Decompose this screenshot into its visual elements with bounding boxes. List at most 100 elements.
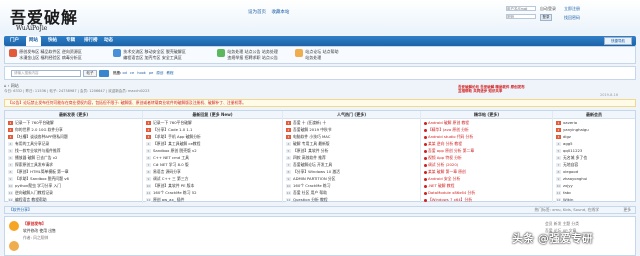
section-title[interactable]: 【软件分享】 — [9, 207, 32, 212]
list-item[interactable]: 5 找一款专业软件与插件推荐 — [5, 147, 142, 154]
member-item[interactable]: 12 Wikin — [553, 196, 635, 203]
member-item[interactable]: 11 fabc — [553, 189, 635, 196]
list-item[interactable]: 11 160个 CrackMe 练习 52 — [143, 189, 282, 196]
list-item[interactable]: 调试 分析 (2020) — [421, 161, 552, 168]
subnav-group-3[interactable]: 站务处理 站点公告 站务处理 违规举报 招聘求职 站点公告 — [217, 49, 278, 61]
list-item[interactable]: 5 Sandbox 原创 脱壳版 v2 — [143, 147, 282, 154]
list-item[interactable]: 8 【原创】HTML简单模板 第一章 — [5, 168, 142, 175]
password-input[interactable] — [506, 14, 536, 19]
member-item[interactable]: 6 无名城 多了也 — [553, 154, 635, 161]
nav-item-activity[interactable]: 动态 — [104, 36, 113, 46]
column-header[interactable]: 精华帖 (更多) — [421, 111, 552, 119]
column-header[interactable]: 最新发表 (更多) — [5, 111, 142, 119]
list-item[interactable]: 视频 App 特权 分析 — [421, 154, 552, 161]
member-item[interactable]: 8 xiegood — [553, 168, 635, 175]
list-item[interactable]: 3 【求助】手机 App 破解分析 — [143, 133, 282, 140]
member-item[interactable]: 2 yanyinghaigu — [553, 126, 635, 133]
nav-item-site[interactable]: 网站 — [26, 36, 41, 46]
list-item[interactable]: DataModule x86x64 分析 — [421, 189, 552, 196]
nav-item-quick[interactable]: 快帖 — [48, 36, 57, 46]
list-item[interactable]: Android 破解 原创 教程 — [421, 119, 552, 126]
list-item[interactable]: 9 ADMIN PARTITION 分区 — [283, 175, 420, 182]
list-item[interactable]: 某某 逆向 分析 教程 — [421, 140, 552, 147]
site-notice[interactable]: 【公告】论坛禁止发布任何可能存在商业侵权内容，包括但不限于: 破解版、原创或者转… — [4, 99, 636, 107]
hot-search-item[interactable]: hook — [137, 71, 146, 75]
quick-nav-button[interactable]: 快捷导航 — [604, 37, 632, 45]
column-header[interactable]: 最新回复 (更多 New) — [143, 111, 282, 119]
hot-tags[interactable]: 热门标签: xmu, Kids, Sound, 在线学 — [534, 207, 599, 213]
subnav-group-2[interactable]: 技术交流区 移动安全区 脱壳破解区 编程语言区 加壳专区 安全工具区 — [113, 49, 186, 61]
list-item[interactable]: 1 记录一下 760平台破解 — [143, 119, 282, 126]
list-item[interactable]: 11 逆向破解入门教程记录 — [5, 189, 142, 196]
username-input[interactable] — [506, 6, 536, 11]
hot-search-item[interactable]: pe — [149, 71, 153, 75]
list-item[interactable]: 8 【分享】Windows 10 激活 — [283, 168, 420, 175]
search-scope-select[interactable]: 帖子 — [83, 70, 97, 77]
list-item[interactable]: 4 【原创】某工具破解 ce教程 — [143, 140, 282, 147]
list-item[interactable]: 12 编程语言 教程帮助 — [5, 196, 142, 203]
breadcrumb-current[interactable]: 网站 — [11, 83, 19, 88]
register-link[interactable]: 立即注册 — [564, 6, 580, 12]
list-item[interactable]: 7 C# NET 学习 8.0 版 — [143, 161, 282, 168]
site-logo[interactable]: 吾爱破解 WuAiPoJie — [10, 4, 78, 32]
forgot-password-link[interactable]: 找回密码 — [564, 15, 580, 21]
list-item[interactable]: .NET 破解 教程 — [421, 182, 552, 189]
hot-search-item[interactable]: 教程 — [167, 71, 174, 75]
list-item[interactable]: 12 原创 aw_ax_ 插件 — [143, 196, 282, 203]
list-item[interactable]: 1 记录一下 760平台破解 — [5, 119, 142, 126]
favorite-link[interactable]: 收藏本站 — [271, 10, 289, 15]
list-item[interactable]: 9 【求助】Sandbox 脱壳问题 v6 — [5, 175, 142, 182]
list-item[interactable]: 1 吾爱 十 (狂渡新) 十 — [283, 119, 420, 126]
list-item[interactable]: 10 160个 CrackMe 练习 — [283, 182, 420, 189]
thread-excerpt[interactable]: 软件修改 使用 出售 — [23, 228, 56, 234]
hot-search-item[interactable]: ce — [130, 71, 134, 75]
list-item[interactable]: 3 电脑软件 小技巧 MAC — [283, 133, 420, 140]
list-item[interactable]: 10 【原创】某软件 PE 版本 — [143, 182, 282, 189]
list-item[interactable]: 4 破解 专用工具 最新版 — [283, 140, 420, 147]
member-item[interactable]: 3 digz — [553, 133, 635, 140]
nav-item-rank[interactable]: 排行榜 — [84, 36, 98, 46]
list-item[interactable]: 6 四款 高效软件 推荐 — [283, 154, 420, 161]
member-item[interactable]: 7 无地自容 — [553, 161, 635, 168]
hot-search-item[interactable]: od — [123, 71, 127, 75]
list-item[interactable]: 6 播放器 破解 已去广告 v2 — [5, 154, 142, 161]
list-item[interactable]: Android studio 代码 分析 — [421, 133, 552, 140]
set-home-link[interactable]: 设为首页 — [248, 10, 266, 15]
list-item[interactable]: Android 安全 分析 — [421, 175, 552, 182]
list-item[interactable]: 7 吾爱破解论坛 开发工具 — [283, 161, 420, 168]
list-item[interactable]: 2 你的世界 2.0 10G 软件分享 — [5, 126, 142, 133]
subnav-group-4[interactable]: 站点论坛 站点帮助 站务处理 — [295, 49, 339, 61]
list-item[interactable]: 9 调试 C++ 三 第三方 — [143, 175, 282, 182]
subnav-group-1[interactable]: 原创发布区 精品软件区 逆向资源区 水漫金山区 福利经验区 病毒分析区 — [9, 49, 82, 61]
list-item[interactable]: 8 易语言 源码分享 — [143, 168, 282, 175]
hot-search-item[interactable]: 原创 — [156, 71, 163, 75]
column-header[interactable]: 最新会员 — [553, 111, 635, 119]
search-input[interactable]: 请输入搜索内容 — [11, 70, 81, 77]
list-item[interactable]: 2 吾爱破解 2019 中秋节 — [283, 126, 420, 133]
list-item[interactable]: 5 【原创】某软件 分析 — [283, 147, 420, 154]
list-item[interactable]: 12 Question 分析 教程 — [283, 196, 420, 203]
search-button[interactable] — [99, 70, 109, 77]
list-item[interactable]: 【Windows 7 x64】分析 — [421, 196, 552, 203]
list-item[interactable]: 【精华】Java 原创 分析 — [421, 126, 552, 133]
list-item[interactable]: 吾爱 app 原创 分析 第二章 — [421, 147, 552, 154]
list-item[interactable]: 10 python爬虫 学习分享 入门 — [5, 182, 142, 189]
home-icon[interactable]: ⌂ › — [4, 83, 11, 88]
list-item[interactable]: 11 吾爱 社区 用户 帮助 — [283, 189, 420, 196]
list-item[interactable]: 6 C++ NET cmd 工具 — [143, 154, 282, 161]
member-item[interactable]: 10 zxjyy — [553, 182, 635, 189]
member-item[interactable]: 9 zhaoyonghui — [553, 175, 635, 182]
thread-author[interactable]: 作者: 风之翔帅 — [23, 235, 48, 241]
nav-item-album[interactable]: 专辑 — [66, 36, 75, 46]
login-button[interactable]: 登录 — [540, 14, 552, 21]
more-link[interactable]: 更多 — [623, 207, 631, 213]
list-item[interactable]: 7 探索原创工具发布请求 — [5, 161, 142, 168]
list-item[interactable]: 某某 破解 第一章 原创 — [421, 168, 552, 175]
remember-label[interactable]: 自动登录 — [540, 6, 556, 12]
list-item[interactable]: 4 有用的工具分享记录 — [5, 140, 142, 147]
member-item[interactable]: 5 qq011223 — [553, 147, 635, 154]
column-header[interactable]: 人气热门 (更多) — [283, 111, 420, 119]
member-item[interactable]: 4 agg5 — [553, 140, 635, 147]
thread-title[interactable]: 【原创发布】 — [23, 221, 46, 227]
member-item[interactable]: 1 xaverio — [553, 119, 635, 126]
